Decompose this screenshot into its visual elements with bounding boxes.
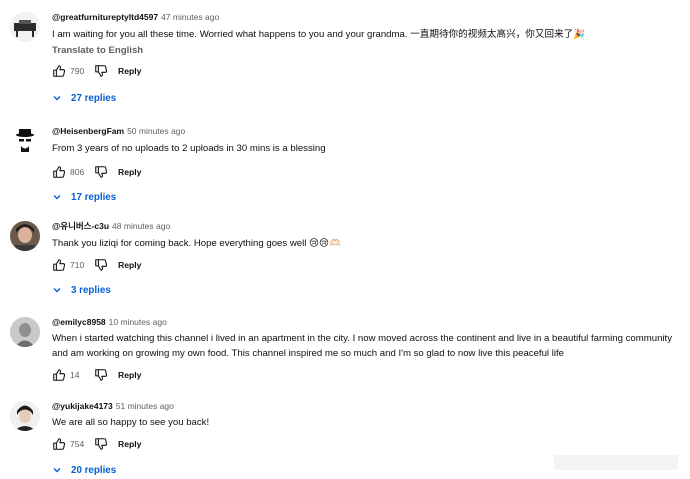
- replies-count-label: 20 replies: [71, 464, 117, 476]
- comment-header: @greatfurnitureptyltd4597 47 minutes ago: [52, 11, 682, 23]
- comment-timestamp[interactable]: 51 minutes ago: [116, 401, 174, 411]
- comment-text: Thank you liziqi for coming back. Hope e…: [52, 238, 341, 249]
- thumbs-down-icon[interactable]: [94, 258, 108, 272]
- comment-header: @yukijake4173 51 minutes ago: [52, 400, 682, 412]
- translate-link[interactable]: Translate to English: [52, 45, 682, 56]
- like-count: 806: [70, 167, 85, 177]
- thumbs-down-icon[interactable]: [94, 165, 108, 179]
- reply-button[interactable]: Reply: [118, 439, 141, 449]
- chevron-down-icon: [53, 96, 61, 101]
- like-count: 710: [70, 260, 85, 270]
- comment-timestamp[interactable]: 10 minutes ago: [109, 317, 167, 327]
- thumbs-up-icon[interactable]: [52, 368, 66, 382]
- comment-author[interactable]: @유니버스-c3u: [52, 221, 109, 231]
- thumbs-down-icon[interactable]: [94, 64, 108, 78]
- reply-button[interactable]: Reply: [118, 260, 141, 270]
- thumbs-down-icon[interactable]: [94, 437, 108, 451]
- like-count: 790: [70, 66, 85, 76]
- comment-author[interactable]: @greatfurnitureptyltd4597: [52, 12, 158, 22]
- comment-text: From 3 years of no uploads to 2 uploads …: [52, 143, 326, 154]
- avatar[interactable]: [10, 126, 40, 156]
- reply-button[interactable]: Reply: [118, 66, 141, 76]
- comment-author[interactable]: @HeisenbergFam: [52, 126, 124, 136]
- comment-timestamp[interactable]: 50 minutes ago: [127, 126, 185, 136]
- replies-count-label: 3 replies: [71, 284, 111, 296]
- avatar[interactable]: [10, 401, 40, 431]
- comment-actions: 790 Reply: [52, 63, 682, 79]
- comment-header: @emilyc8958 10 minutes ago: [52, 316, 682, 328]
- avatar[interactable]: [10, 221, 40, 251]
- reply-button[interactable]: Reply: [118, 167, 141, 177]
- comment-text: When i started watching this channel i l…: [52, 333, 673, 359]
- comment-actions: 806 Reply: [52, 164, 682, 180]
- comment-actions: 710 Reply: [52, 257, 682, 273]
- thumbs-up-icon[interactable]: [52, 258, 66, 272]
- comment-text: I am waiting for you all these time. Wor…: [52, 29, 586, 40]
- thumbs-down-icon[interactable]: [94, 368, 108, 382]
- comment-header: @HeisenbergFam 50 minutes ago: [52, 125, 682, 137]
- replies-count-label: 17 replies: [71, 191, 117, 203]
- thumbs-up-icon[interactable]: [52, 437, 66, 451]
- avatar[interactable]: [10, 12, 40, 42]
- comment-actions: 14 Reply: [52, 367, 682, 383]
- thumbs-up-icon[interactable]: [52, 165, 66, 179]
- chevron-down-icon: [53, 468, 61, 473]
- comment-text: We are all so happy to see you back!: [52, 417, 210, 428]
- watermark-overlay: [554, 455, 678, 470]
- chevron-down-icon: [53, 195, 61, 200]
- view-replies-button[interactable]: 27 replies: [52, 90, 682, 106]
- chevron-down-icon: [53, 288, 61, 293]
- avatar[interactable]: [10, 317, 40, 347]
- comment-author[interactable]: @emilyc8958: [52, 317, 106, 327]
- comment-actions: 754 Reply: [52, 436, 682, 452]
- comment-timestamp[interactable]: 48 minutes ago: [112, 221, 170, 231]
- comment-timestamp[interactable]: 47 minutes ago: [161, 12, 219, 22]
- reply-button[interactable]: Reply: [118, 370, 141, 380]
- view-replies-button[interactable]: 17 replies: [52, 189, 682, 205]
- comment-author[interactable]: @yukijake4173: [52, 401, 113, 411]
- replies-count-label: 27 replies: [71, 92, 117, 104]
- like-count: 754: [70, 439, 85, 449]
- comment-header: @유니버스-c3u 48 minutes ago: [52, 220, 682, 232]
- thumbs-up-icon[interactable]: [52, 64, 66, 78]
- like-count: 14: [70, 370, 80, 380]
- view-replies-button[interactable]: 3 replies: [52, 282, 682, 298]
